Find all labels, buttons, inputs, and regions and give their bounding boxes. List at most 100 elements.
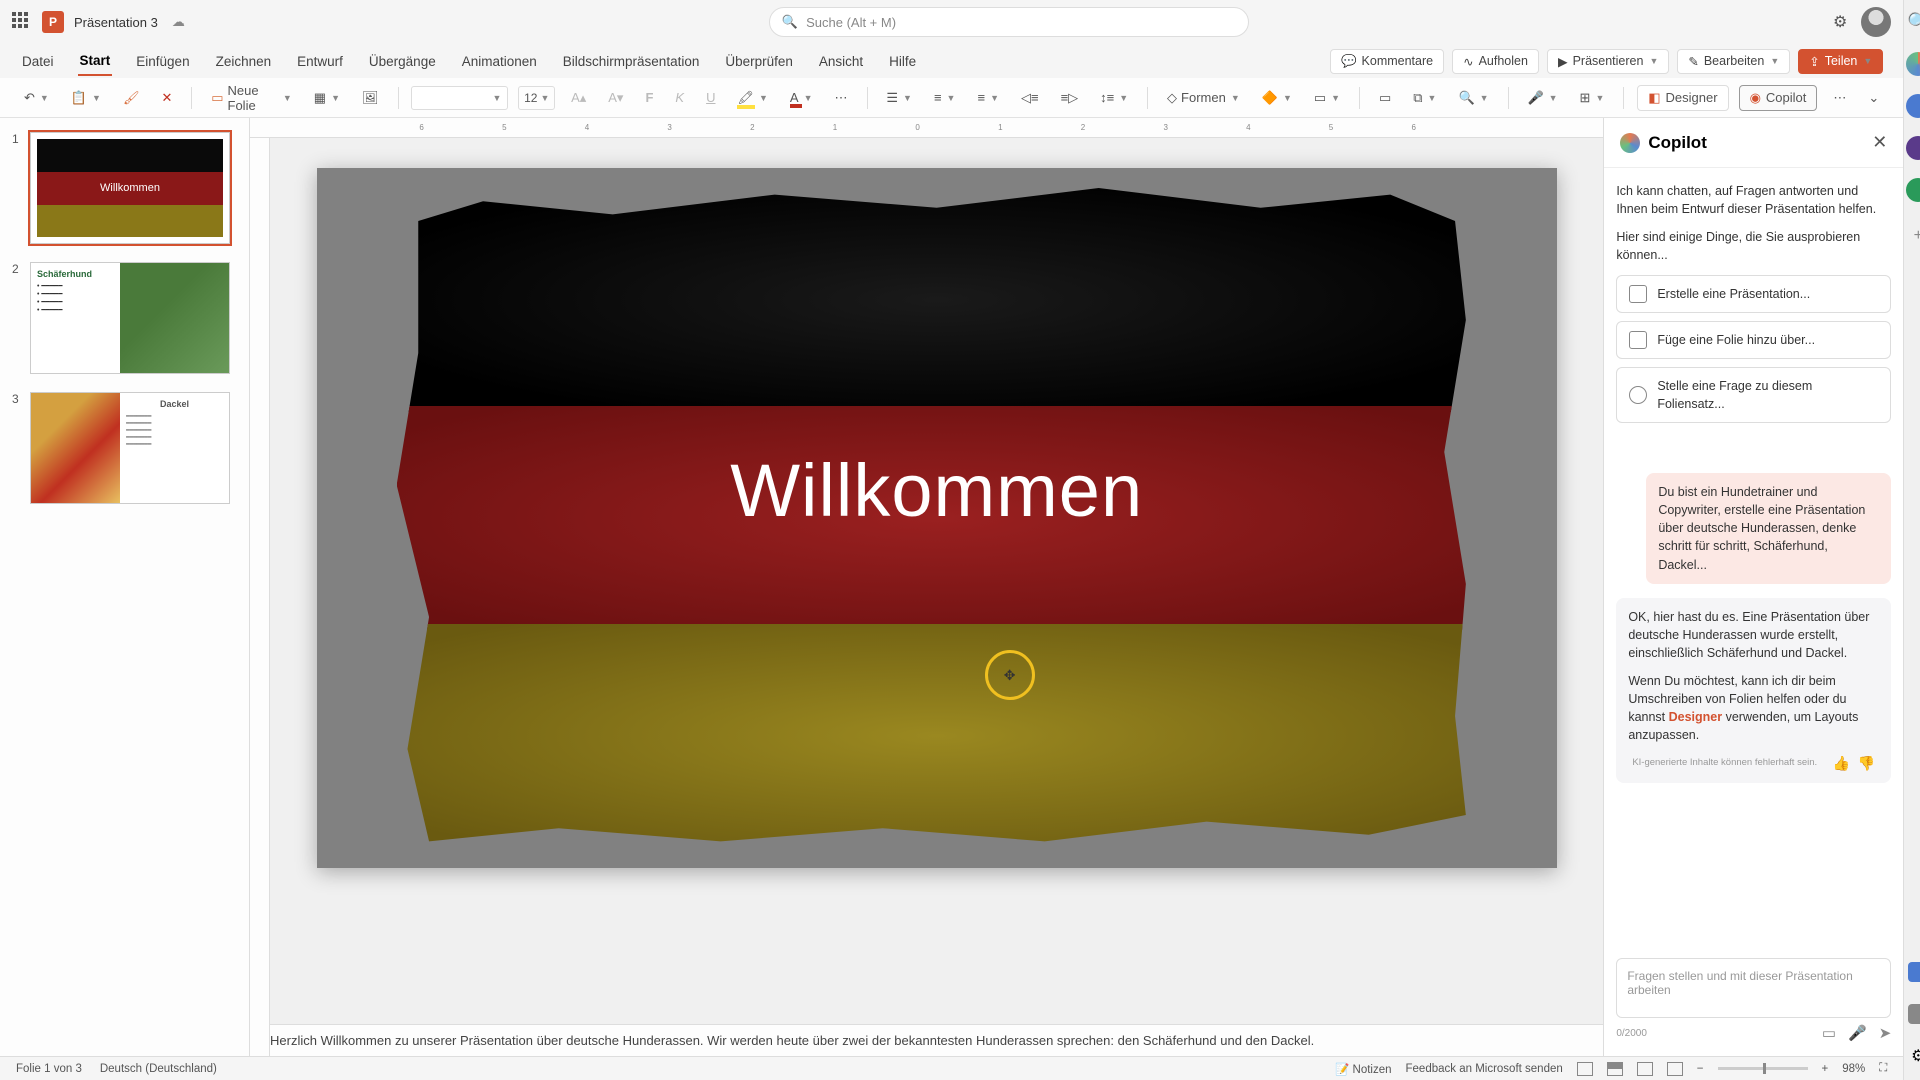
comments-button[interactable]: 💬Kommentare: [1330, 49, 1444, 74]
align-button[interactable]: ≡▼: [971, 87, 1005, 108]
copilot-suggestion-addslide[interactable]: Füge eine Folie hinzu über...: [1616, 321, 1891, 359]
tab-bildschirm[interactable]: Bildschirmpräsentation: [561, 48, 702, 75]
italic-button[interactable]: K: [669, 87, 690, 108]
indent-decrease-button[interactable]: ◁≡: [1015, 87, 1045, 109]
slide-canvas[interactable]: Willkommen: [317, 168, 1557, 868]
share-button[interactable]: ⇪Teilen▼: [1798, 49, 1883, 74]
rail-app-2[interactable]: [1904, 92, 1920, 120]
search-input[interactable]: 🔍 Suche (Alt + M): [769, 7, 1249, 37]
increase-font-button[interactable]: A▴: [565, 87, 592, 109]
normal-view-icon[interactable]: [1577, 1062, 1593, 1076]
rail-app-3[interactable]: [1904, 134, 1920, 162]
tab-animationen[interactable]: Animationen: [460, 48, 539, 75]
indent-increase-button[interactable]: ≡▷: [1055, 87, 1085, 109]
tab-zeichnen[interactable]: Zeichnen: [214, 48, 274, 75]
zoom-level[interactable]: 98%: [1842, 1063, 1865, 1075]
thumbs-down-icon[interactable]: 👎: [1858, 753, 1875, 773]
more-font-button[interactable]: ⋯: [829, 87, 854, 109]
send-icon[interactable]: ➤: [1879, 1024, 1892, 1042]
rail-app-1[interactable]: [1904, 50, 1920, 78]
zoom-slider[interactable]: [1718, 1067, 1808, 1070]
sorter-view-icon[interactable]: [1607, 1062, 1623, 1076]
copilot-suggestion-ask[interactable]: Stelle eine Frage zu diesem Foliensatz..…: [1616, 367, 1891, 423]
attach-icon[interactable]: ▭: [1822, 1024, 1836, 1042]
tab-hilfe[interactable]: Hilfe: [887, 48, 918, 75]
copilot-suggestion-create[interactable]: Erstelle eine Präsentation...: [1616, 275, 1891, 313]
new-slide-button[interactable]: ▭Neue Folie▼: [205, 80, 298, 116]
edit-button[interactable]: ✎Bearbeiten▼: [1677, 49, 1790, 74]
delete-button[interactable]: ✕: [155, 87, 178, 109]
feedback-link[interactable]: Feedback an Microsoft senden: [1406, 1063, 1563, 1075]
font-color-button[interactable]: A▼: [784, 87, 819, 108]
tab-entwurf[interactable]: Entwurf: [295, 48, 345, 75]
photo-button[interactable]: 🖼: [356, 87, 385, 109]
user-avatar[interactable]: [1861, 7, 1891, 37]
app-launcher-icon[interactable]: [12, 12, 32, 32]
addins-button[interactable]: ⊞▼: [1574, 87, 1611, 109]
rail-app-6[interactable]: [1904, 1000, 1920, 1028]
rail-app-4[interactable]: [1904, 176, 1920, 204]
highlight-button[interactable]: 🖍▼: [731, 87, 773, 109]
rail-app-5[interactable]: [1904, 958, 1920, 986]
tab-uebergaenge[interactable]: Übergänge: [367, 48, 438, 75]
font-size-select[interactable]: 12▼: [518, 86, 555, 110]
thumbs-up-icon[interactable]: 👍: [1832, 753, 1849, 773]
slide-counter[interactable]: Folie 1 von 3: [16, 1063, 82, 1075]
slideshow-view-icon[interactable]: [1667, 1062, 1683, 1076]
tab-ueberpruefen[interactable]: Überprüfen: [723, 48, 795, 75]
underline-button[interactable]: U: [700, 87, 721, 108]
close-copilot-button[interactable]: ✕: [1872, 132, 1887, 153]
notes-toggle[interactable]: 📝 Notizen: [1335, 1062, 1392, 1076]
find-button[interactable]: 🔍▼: [1452, 87, 1494, 109]
shape-outline-button[interactable]: ▭▼: [1308, 87, 1346, 109]
speaker-notes[interactable]: Herzlich Willkommen zu unserer Präsentat…: [250, 1024, 1603, 1056]
dictate-button[interactable]: 🎤▼: [1521, 87, 1563, 109]
slide-thumbnail-2[interactable]: Schäferhund• ━━━━━• ━━━━━• ━━━━━• ━━━━━: [30, 262, 230, 374]
line-spacing-button[interactable]: ↕≡▼: [1094, 87, 1134, 108]
collapse-ribbon-button[interactable]: ⌄: [1862, 87, 1885, 109]
copilot-input[interactable]: Fragen stellen und mit dieser Präsentati…: [1616, 958, 1891, 1018]
more-button[interactable]: ⋯: [1827, 87, 1852, 109]
mic-icon[interactable]: 🎤: [1848, 1024, 1867, 1042]
question-icon: [1629, 386, 1647, 404]
format-painter-button[interactable]: 🖌: [117, 87, 146, 109]
rail-search-icon[interactable]: 🔍: [1904, 8, 1920, 36]
catchup-button[interactable]: ∿Aufholen: [1452, 49, 1539, 74]
thumb-number: 1: [12, 132, 22, 244]
slide-title-text[interactable]: Willkommen: [317, 448, 1557, 533]
reading-view-icon[interactable]: [1637, 1062, 1653, 1076]
arrange-button[interactable]: ▭: [1373, 87, 1397, 109]
tab-datei[interactable]: Datei: [20, 48, 56, 75]
shapes-button[interactable]: ◇Formen▼: [1161, 87, 1246, 109]
group-button[interactable]: ⧉▼: [1407, 87, 1442, 109]
fit-to-window-button[interactable]: ⛶: [1879, 1062, 1887, 1075]
tab-einfuegen[interactable]: Einfügen: [134, 48, 191, 75]
bullets-button[interactable]: ☰▼: [880, 87, 918, 109]
present-button[interactable]: ▶Präsentieren▼: [1547, 49, 1669, 74]
font-family-select[interactable]: ▼: [411, 86, 508, 110]
layout-button[interactable]: ▦▼: [308, 87, 346, 109]
numbering-button[interactable]: ≡▼: [928, 87, 962, 108]
cloud-saved-icon: ☁: [172, 14, 185, 30]
shape-fill-button[interactable]: 🔶▼: [1256, 87, 1298, 109]
settings-icon[interactable]: ⚙: [1833, 12, 1847, 32]
undo-button[interactable]: ↶▼: [18, 87, 55, 109]
rail-settings-icon[interactable]: ⚙: [1904, 1042, 1920, 1070]
document-title[interactable]: Präsentation 3: [74, 15, 158, 30]
decrease-font-button[interactable]: A▾: [602, 87, 629, 109]
slide-thumbnail-1[interactable]: Willkommen: [30, 132, 230, 244]
paste-button[interactable]: 📋▼: [65, 87, 107, 109]
designer-link[interactable]: Designer: [1669, 710, 1723, 724]
rail-add-icon[interactable]: +: [1904, 222, 1920, 250]
designer-button[interactable]: ◧Designer: [1637, 85, 1728, 111]
bold-button[interactable]: F: [639, 87, 659, 108]
tab-start[interactable]: Start: [78, 47, 113, 76]
language-status[interactable]: Deutsch (Deutschland): [100, 1063, 217, 1075]
ribbon-tabs: Datei Start Einfügen Zeichnen Entwurf Üb…: [0, 44, 1903, 78]
slide-thumbnail-3[interactable]: Dackel━━━━━━━━━━━━━━━━━━━━━━━━━━━━━━━━━━…: [30, 392, 230, 504]
copilot-toolbar-button[interactable]: ◉Copilot: [1739, 85, 1818, 111]
right-app-rail: 🔍 + ⚙: [1903, 0, 1920, 1080]
tab-ansicht[interactable]: Ansicht: [817, 48, 865, 75]
zoom-in-button[interactable]: +: [1822, 1063, 1829, 1075]
zoom-out-button[interactable]: −: [1697, 1063, 1704, 1075]
